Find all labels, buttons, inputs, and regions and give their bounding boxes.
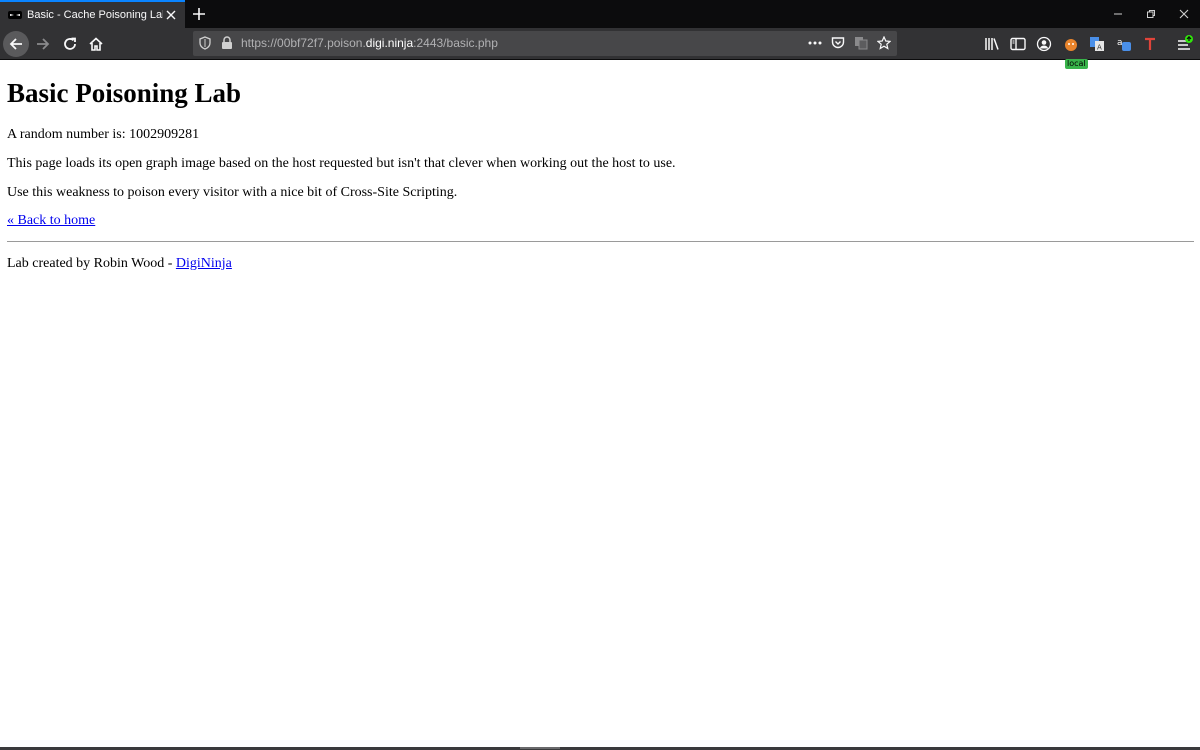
bottom-edge-mark: [520, 747, 560, 749]
extension-swap-icon[interactable]: a: [1115, 35, 1133, 53]
instruction-text: Use this weakness to poison every visito…: [7, 185, 458, 200]
navigation-toolbar: https://00bf72f7.poison.digi.ninja:2443/…: [0, 28, 1200, 69]
minimize-icon[interactable]: [1101, 0, 1134, 28]
digininja-link[interactable]: DigiNinja: [176, 256, 232, 271]
close-icon[interactable]: [163, 7, 179, 23]
svg-text:A: A: [1097, 44, 1102, 52]
extension-translate-icon[interactable]: A: [1088, 35, 1106, 53]
back-to-home-link[interactable]: « Back to home: [7, 213, 95, 228]
url-bar[interactable]: https://00bf72f7.poison.digi.ninja:2443/…: [193, 31, 897, 56]
extension-t-icon[interactable]: [1141, 35, 1159, 53]
star-icon[interactable]: [876, 35, 892, 51]
tab-title: Basic - Cache Poisoning Lab: [27, 9, 163, 21]
restore-icon[interactable]: [1134, 0, 1167, 28]
random-number-text: A random number is: 1002909281: [7, 127, 200, 142]
plus-icon[interactable]: [190, 5, 208, 23]
page-content: Basic Poisoning Lab A random number is: …: [0, 61, 1200, 747]
hamburger-menu-icon[interactable]: [1176, 35, 1194, 53]
tab-bar: Basic - Cache Poisoning Lab: [0, 0, 1200, 28]
url-scheme: https://: [241, 36, 278, 50]
extension-fox-icon[interactable]: [1062, 35, 1080, 53]
lock-icon[interactable]: [219, 35, 235, 51]
divider: [7, 241, 1194, 242]
description-text: This page loads its open graph image bas…: [7, 156, 676, 171]
url-text[interactable]: https://00bf72f7.poison.digi.ninja:2443/…: [241, 36, 498, 50]
window-close-icon[interactable]: [1167, 0, 1200, 28]
library-icon[interactable]: [983, 35, 1001, 53]
sidebar-icon[interactable]: [1009, 35, 1027, 53]
account-icon[interactable]: [1035, 35, 1053, 53]
footer: Lab created by Robin Wood - DigiNinja: [7, 256, 232, 272]
window-controls: [1101, 0, 1200, 28]
ninja-favicon-icon: [8, 8, 22, 22]
shield-icon[interactable]: [197, 35, 213, 51]
footer-text: Lab created by Robin Wood -: [7, 256, 176, 271]
url-domain: digi.ninja: [365, 36, 414, 50]
svg-text:a: a: [1117, 38, 1123, 48]
page-title: Basic Poisoning Lab: [7, 78, 242, 108]
reload-icon[interactable]: [57, 31, 83, 57]
translate-icon[interactable]: [853, 35, 869, 51]
home-icon[interactable]: [83, 31, 109, 57]
back-link-line: « Back to home: [7, 213, 95, 229]
active-tab[interactable]: Basic - Cache Poisoning Lab: [0, 0, 185, 28]
url-path: :2443/basic.php: [413, 36, 498, 50]
url-subdomain: 00bf72f7.poison.: [277, 36, 366, 50]
ellipsis-icon[interactable]: [807, 35, 823, 51]
pocket-icon[interactable]: [830, 35, 846, 51]
arrow-right-icon[interactable]: [30, 31, 56, 57]
arrow-left-icon[interactable]: [3, 31, 29, 57]
